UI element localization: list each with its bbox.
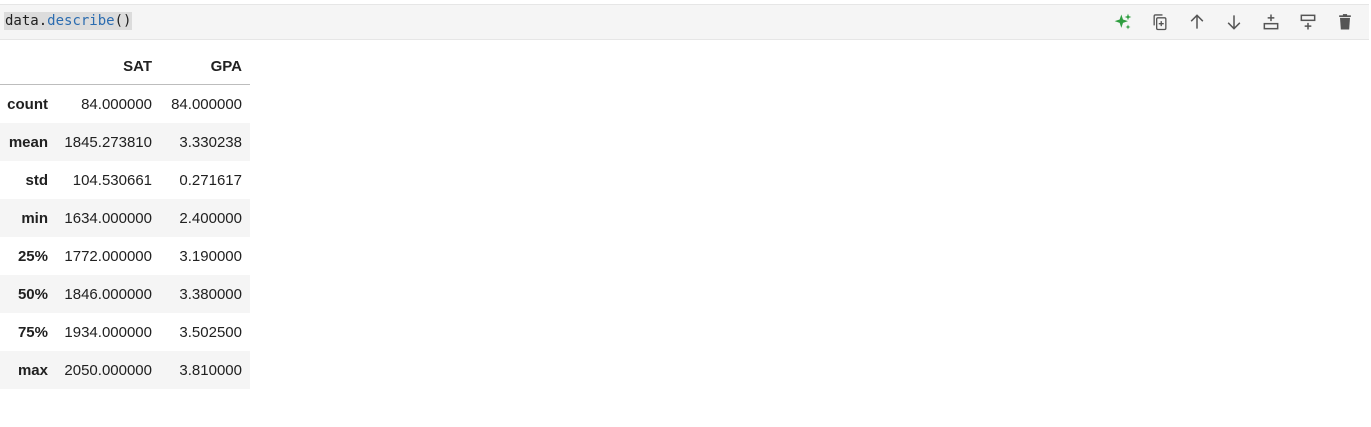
- ai-assist-button[interactable]: [1104, 9, 1141, 35]
- row-label: 25%: [17, 247, 48, 265]
- gpa-value: 3.330238: [179, 133, 242, 151]
- sat-value: 1772.000000: [64, 247, 152, 265]
- sat-value: 1934.000000: [64, 323, 152, 341]
- arrow-up-icon: [1190, 14, 1203, 29]
- row-label: std: [25, 171, 49, 189]
- move-up-button[interactable]: [1178, 9, 1215, 35]
- insert-above-icon: [1263, 14, 1278, 30]
- sat-value: 1846.000000: [64, 285, 152, 303]
- sat-value: 1634.000000: [64, 209, 152, 227]
- move-down-button[interactable]: [1215, 9, 1252, 35]
- table-row: std 104.530661 0.271617: [0, 161, 250, 199]
- row-label: 50%: [17, 285, 48, 303]
- sat-value: 2050.000000: [64, 361, 152, 379]
- gpa-value: 3.502500: [179, 323, 242, 341]
- row-label: count: [7, 95, 48, 113]
- code-object: data.: [5, 13, 48, 29]
- sat-value: 84.000000: [81, 95, 152, 113]
- table-row: 75% 1934.000000 3.502500: [0, 313, 250, 351]
- insert-above-button[interactable]: [1252, 9, 1289, 35]
- insert-below-icon: [1300, 14, 1315, 30]
- gpa-value: 0.271617: [179, 171, 242, 189]
- cell-toolbar: [1104, 9, 1363, 35]
- table-header-row: SAT GPA: [0, 48, 250, 85]
- gpa-value: 3.190000: [179, 247, 242, 265]
- gpa-value: 3.380000: [179, 285, 242, 303]
- sparkle-icon: [1114, 13, 1131, 30]
- trash-icon: [1338, 14, 1351, 30]
- arrow-down-icon: [1227, 15, 1240, 30]
- code-editor[interactable]: data.describe(): [4, 12, 133, 30]
- duplicate-icon: [1153, 14, 1166, 31]
- column-header-sat: SAT: [56, 48, 160, 85]
- gpa-value: 84.000000: [171, 95, 242, 113]
- table-row: min 1634.000000 2.400000: [0, 199, 250, 237]
- duplicate-button[interactable]: [1141, 9, 1178, 35]
- sat-value: 104.530661: [72, 171, 152, 189]
- row-label: max: [17, 361, 48, 379]
- cell-output: SAT GPA count 84.000000 84.000000 mean 1…: [0, 48, 250, 389]
- table-row: 25% 1772.000000 3.190000: [0, 237, 250, 275]
- table-row: max 2050.000000 3.810000: [0, 351, 250, 389]
- row-label: min: [21, 209, 48, 227]
- table-row: 50% 1846.000000 3.380000: [0, 275, 250, 313]
- gpa-value: 3.810000: [179, 361, 242, 379]
- sat-value: 1845.273810: [64, 133, 152, 151]
- column-header-gpa: GPA: [160, 48, 250, 85]
- table-row: count 84.000000 84.000000: [0, 85, 250, 124]
- describe-table: SAT GPA count 84.000000 84.000000 mean 1…: [0, 48, 250, 389]
- code-parens: (): [114, 13, 132, 29]
- delete-button[interactable]: [1326, 9, 1363, 35]
- table-row: mean 1845.273810 3.330238: [0, 123, 250, 161]
- insert-below-button[interactable]: [1289, 9, 1326, 35]
- row-label: 75%: [17, 323, 48, 341]
- code-cell[interactable]: data.describe(): [0, 4, 1369, 40]
- index-header: [0, 48, 56, 85]
- gpa-value: 2.400000: [179, 209, 242, 227]
- row-label: mean: [8, 133, 48, 151]
- code-method: describe: [47, 13, 115, 29]
